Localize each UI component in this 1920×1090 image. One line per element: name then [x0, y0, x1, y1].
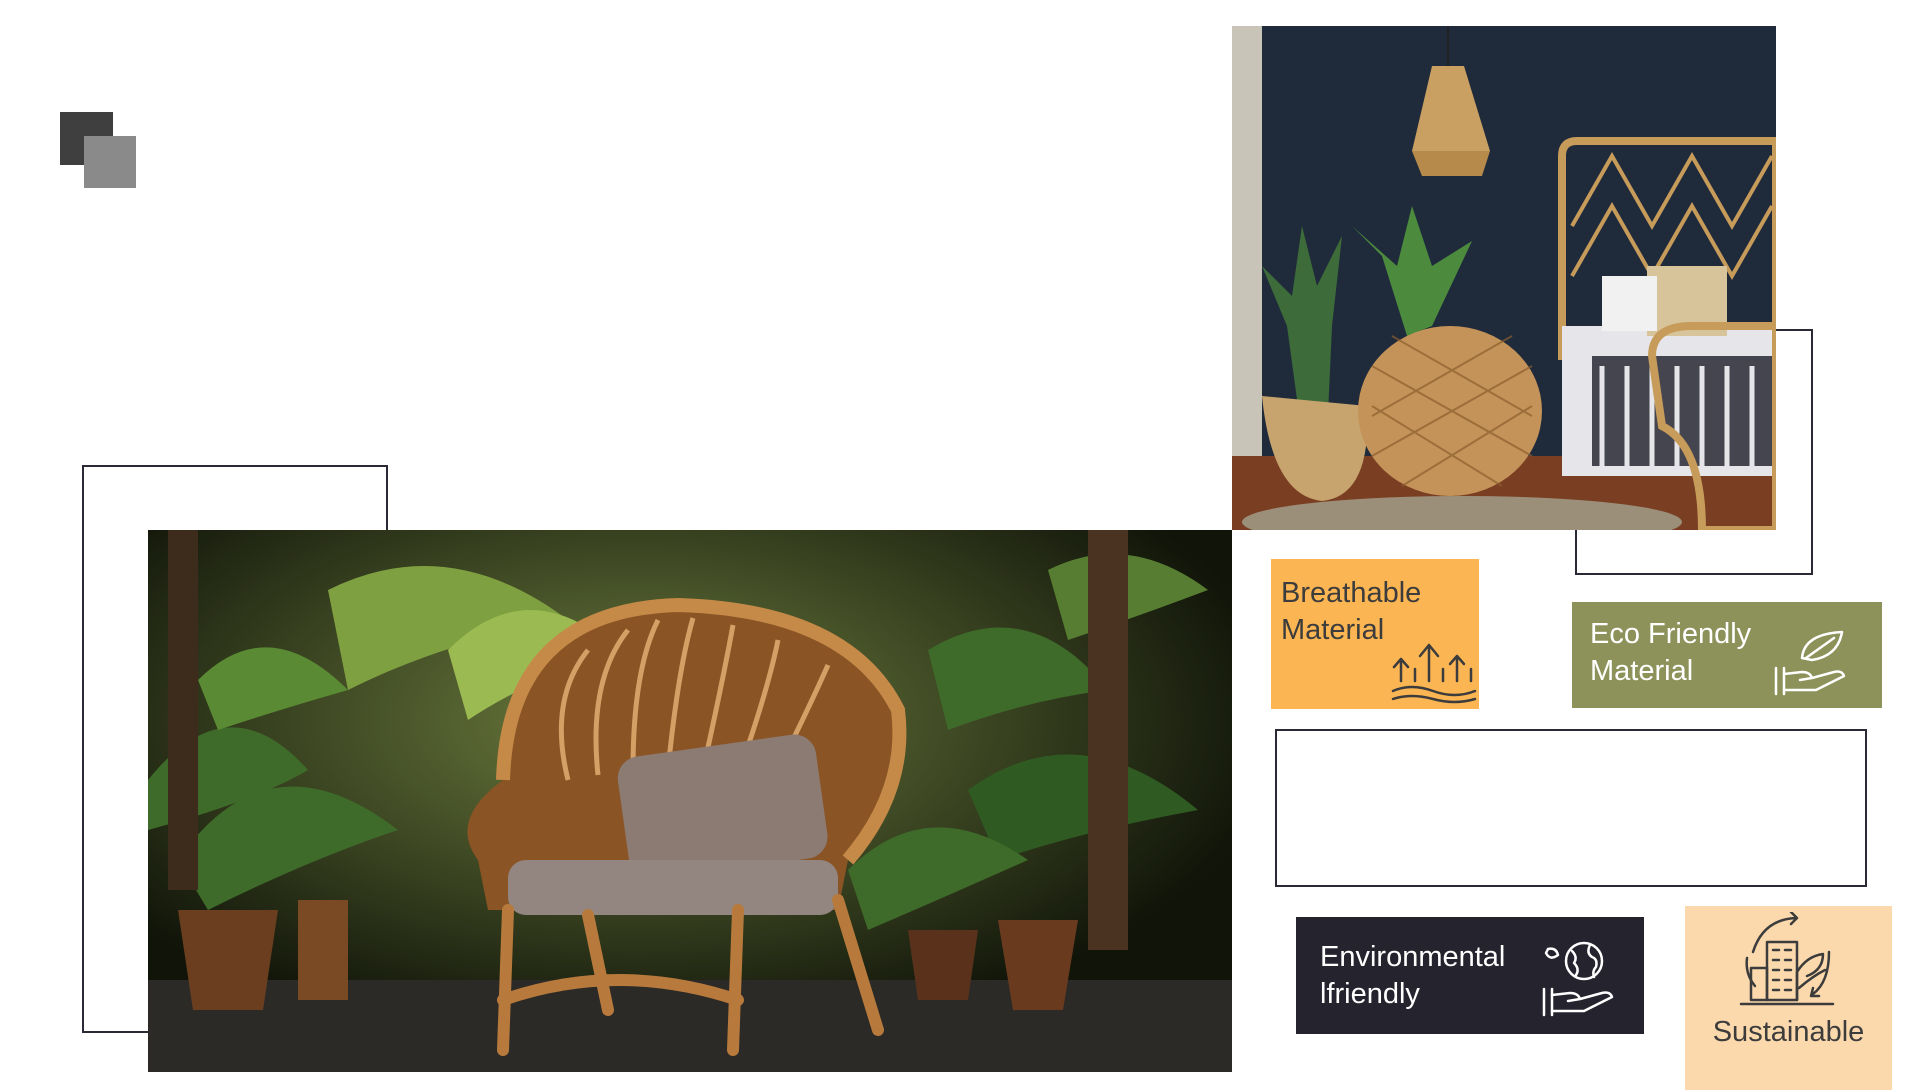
rising-arrows-icon: [1391, 643, 1477, 704]
building-cycle-icon: [1739, 912, 1835, 1006]
sustainable-label: Sustainable: [1712, 1016, 1865, 1048]
breathable-material-label: Breathable Material: [1281, 575, 1421, 649]
environmental-line2: lfriendly: [1320, 978, 1420, 1010]
globe-hand-icon: [1542, 941, 1614, 1017]
breathable-line1: Breathable: [1281, 577, 1422, 609]
environmental-label: Environmental lfriendly: [1320, 939, 1505, 1013]
eco-friendly-material-card: Eco Friendly Material: [1572, 602, 1882, 708]
eco-line1: Eco Friendly: [1590, 618, 1752, 650]
logo-square-light: [84, 136, 136, 188]
eco-line2: Material: [1590, 655, 1694, 687]
environmental-line1: Environmental: [1320, 941, 1506, 973]
rattan-chair-image: [148, 530, 1232, 1072]
bedroom-image: [1232, 26, 1776, 530]
leaf-hand-icon: [1774, 630, 1846, 696]
sustainable-card: Sustainable: [1685, 906, 1892, 1090]
eco-friendly-label: Eco Friendly Material: [1590, 616, 1751, 690]
breathable-material-card: Breathable Material: [1271, 559, 1479, 709]
empty-outline-box: [1275, 729, 1867, 887]
environmental-friendly-card: Environmental lfriendly: [1296, 917, 1644, 1034]
